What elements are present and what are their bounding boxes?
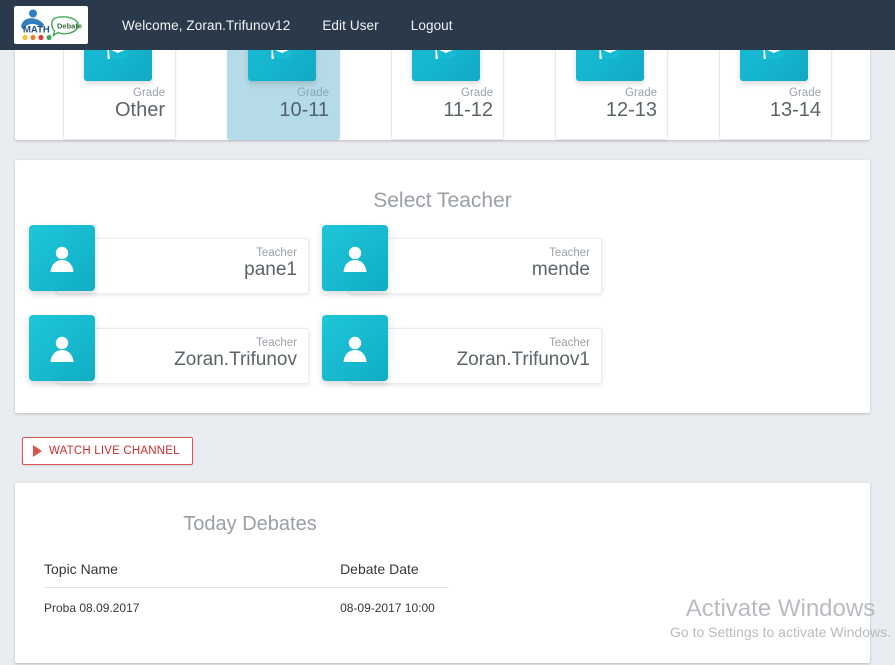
- grade-sub-label: Grade: [297, 87, 329, 99]
- column-header-topic-name: Topic Name: [44, 557, 145, 588]
- grade-title: Other: [114, 99, 165, 121]
- table-header-row: Topic Name Debate Date: [44, 557, 449, 588]
- teacher-name: pane1: [244, 259, 297, 280]
- grade-title: 12-13: [605, 99, 657, 121]
- table-row[interactable]: Proba 08.09.2017 08-09-2017 10:00: [44, 588, 449, 620]
- watch-live-channel-button[interactable]: WATCH LIVE CHANNEL: [22, 437, 193, 465]
- teacher-card-mende[interactable]: Teacher mende: [322, 225, 602, 294]
- svg-text:Debate: Debate: [57, 22, 82, 31]
- teacher-card-pane1[interactable]: Teacher pane1: [29, 225, 309, 294]
- select-teacher-heading: Select Teacher: [373, 189, 512, 212]
- teacher-card-zoran-trifunov1[interactable]: Teacher Zoran.Trifunov1: [322, 315, 602, 384]
- debates-table: Topic Name Debate Date Proba 08.09.2017 …: [44, 557, 449, 619]
- grade-sub-label: Grade: [461, 87, 493, 99]
- cell-debate-date: 08-09-2017 10:00: [340, 601, 435, 615]
- watch-live-channel-label: WATCH LIVE CHANNEL: [49, 445, 180, 457]
- nav-edit-user[interactable]: Edit User: [306, 18, 394, 33]
- cell-topic-name: Proba 08.09.2017: [44, 601, 140, 615]
- teacher-sub-label: Teacher: [549, 337, 590, 349]
- nav-links: Welcome, Zoran.Trifunov12 Edit User Logo…: [106, 18, 469, 33]
- top-navbar: MATH Debate Welcome, Zoran.Trifunov12 Ed…: [0, 0, 895, 50]
- user-avatar-icon: [322, 315, 388, 381]
- teacher-sub-label: Teacher: [256, 247, 297, 259]
- teacher-card-list: Teacher pane1 Teacher mende Teacher Zora…: [29, 225, 861, 418]
- teacher-card-zoran-trifunov[interactable]: Teacher Zoran.Trifunov: [29, 315, 309, 384]
- user-avatar-icon: [29, 315, 95, 381]
- today-debates-heading: Today Debates: [183, 513, 317, 535]
- grade-title: 11-12: [443, 99, 493, 121]
- today-debates-panel: Today Debates Topic Name Debate Date Pro…: [15, 483, 870, 663]
- logo-graphic: MATH Debate: [21, 9, 82, 41]
- teacher-name: Zoran.Trifunov1: [456, 349, 590, 370]
- math-debate-logo[interactable]: MATH Debate: [14, 6, 88, 44]
- user-avatar-icon: [322, 225, 388, 291]
- play-icon: [33, 445, 42, 457]
- user-avatar-icon: [29, 225, 95, 291]
- grade-title: 13-14: [769, 99, 821, 121]
- teacher-sub-label: Teacher: [549, 247, 590, 259]
- grade-sub-label: Grade: [625, 87, 657, 99]
- svg-text:MATH: MATH: [23, 25, 50, 36]
- grade-title: 10-11: [279, 99, 329, 121]
- nav-logout[interactable]: Logout: [395, 18, 469, 33]
- teacher-sub-label: Teacher: [256, 337, 297, 349]
- column-header-debate-date: Debate Date: [144, 557, 449, 588]
- nav-welcome[interactable]: Welcome, Zoran.Trifunov12: [106, 18, 306, 33]
- teacher-panel: Select Teacher Teacher pane1 Teacher men…: [15, 160, 870, 413]
- grade-sub-label: Grade: [133, 87, 165, 99]
- grade-sub-label: Grade: [789, 87, 821, 99]
- teacher-name: mende: [531, 259, 590, 280]
- teacher-name: Zoran.Trifunov: [174, 349, 297, 370]
